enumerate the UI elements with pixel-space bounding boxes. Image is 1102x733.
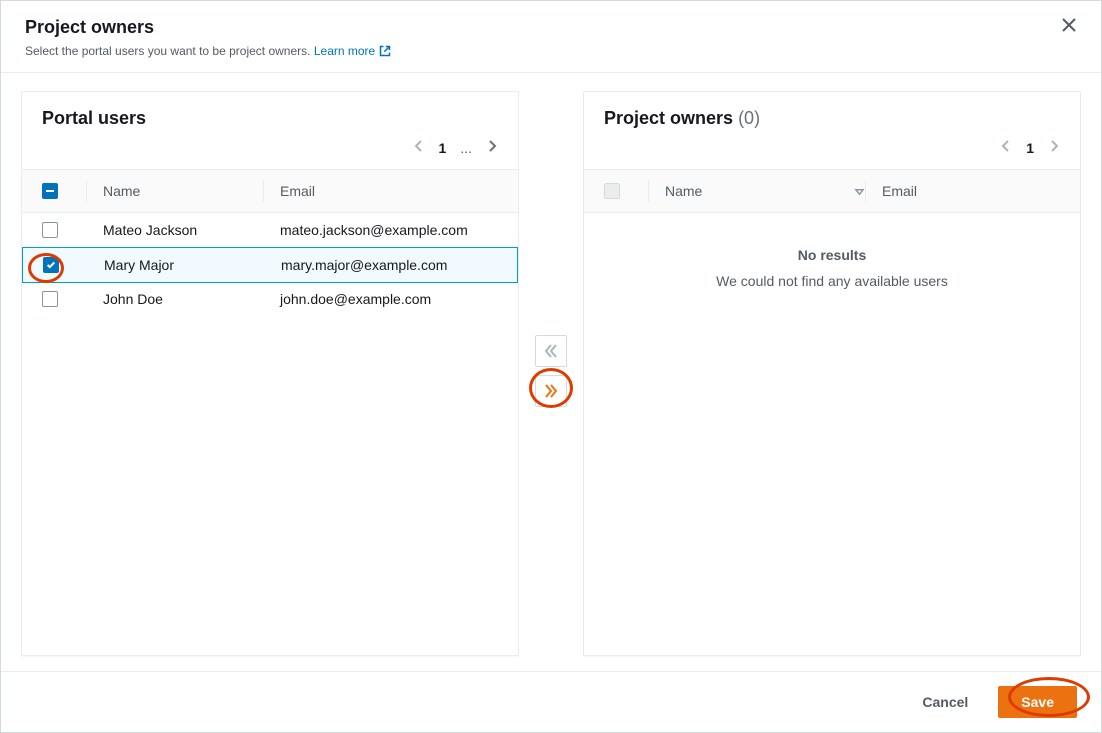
close-icon bbox=[1061, 17, 1077, 33]
pager-next[interactable] bbox=[486, 139, 498, 157]
learn-more-text: Learn more bbox=[314, 44, 375, 58]
double-chevron-right-icon bbox=[543, 383, 559, 399]
column-header-name[interactable]: Name bbox=[665, 180, 865, 202]
dialog-title: Project owners bbox=[25, 17, 1077, 38]
pager-prev[interactable] bbox=[413, 139, 425, 157]
pager-prev[interactable] bbox=[1000, 139, 1012, 157]
move-right-button[interactable] bbox=[535, 375, 567, 407]
project-owners-dialog: Project owners Select the portal users y… bbox=[0, 0, 1102, 733]
select-all-checkbox bbox=[604, 183, 620, 199]
row-name: Mateo Jackson bbox=[103, 222, 263, 238]
pager-next[interactable] bbox=[1048, 139, 1060, 157]
save-button[interactable]: Save bbox=[998, 686, 1077, 718]
row-email: mateo.jackson@example.com bbox=[280, 222, 502, 238]
empty-title: No results bbox=[798, 247, 866, 263]
row-name: John Doe bbox=[103, 291, 263, 307]
chevron-left-icon bbox=[413, 140, 425, 152]
dialog-footer: Cancel Save bbox=[1, 671, 1101, 732]
dialog-description: Select the portal users you want to be p… bbox=[25, 44, 1077, 58]
column-header-email[interactable]: Email bbox=[280, 180, 502, 202]
double-chevron-left-icon bbox=[543, 343, 559, 359]
portal-users-rows: Mateo Jackson mateo.jackson@example.com … bbox=[22, 213, 518, 655]
chevron-right-icon bbox=[486, 140, 498, 152]
pager-ellipsis: ... bbox=[460, 140, 472, 156]
table-row[interactable]: Mateo Jackson mateo.jackson@example.com bbox=[22, 213, 518, 248]
row-name: Mary Major bbox=[104, 257, 264, 273]
project-owners-header: Project owners (0) bbox=[584, 92, 1080, 133]
project-owners-panel: Project owners (0) 1 Name Emai bbox=[583, 91, 1081, 656]
sort-icon bbox=[854, 186, 865, 197]
dialog-body: Portal users 1 ... Name Email Mateo Jack bbox=[1, 73, 1101, 671]
portal-users-title: Portal users bbox=[42, 108, 146, 128]
portal-users-header: Portal users bbox=[22, 92, 518, 133]
project-owners-count: (0) bbox=[738, 108, 760, 128]
column-header-name[interactable]: Name bbox=[103, 180, 263, 202]
portal-users-pager: 1 ... bbox=[22, 133, 518, 169]
row-checkbox[interactable] bbox=[42, 222, 58, 238]
learn-more-link[interactable]: Learn more bbox=[314, 44, 391, 58]
transfer-controls bbox=[527, 91, 575, 671]
table-row[interactable]: Mary Major mary.major@example.com bbox=[22, 247, 518, 283]
select-all-checkbox[interactable] bbox=[42, 183, 58, 199]
column-header-email[interactable]: Email bbox=[882, 180, 1064, 202]
project-owners-empty: No results We could not find any availab… bbox=[584, 213, 1080, 655]
move-left-button[interactable] bbox=[535, 335, 567, 367]
row-email: john.doe@example.com bbox=[280, 291, 502, 307]
dialog-description-text: Select the portal users you want to be p… bbox=[25, 44, 311, 58]
cancel-button[interactable]: Cancel bbox=[904, 686, 986, 718]
table-row[interactable]: John Doe john.doe@example.com bbox=[22, 282, 518, 317]
external-link-icon bbox=[379, 45, 391, 57]
row-email: mary.major@example.com bbox=[281, 257, 501, 273]
project-owners-title: Project owners bbox=[604, 108, 733, 128]
close-button[interactable] bbox=[1061, 17, 1077, 38]
chevron-left-icon bbox=[1000, 140, 1012, 152]
empty-subtitle: We could not find any available users bbox=[716, 273, 948, 289]
row-checkbox[interactable] bbox=[42, 291, 58, 307]
dialog-header: Project owners Select the portal users y… bbox=[1, 1, 1101, 73]
chevron-right-icon bbox=[1048, 140, 1060, 152]
pager-page-current[interactable]: 1 bbox=[439, 140, 447, 156]
pager-page-current[interactable]: 1 bbox=[1026, 140, 1034, 156]
portal-users-table-header: Name Email bbox=[22, 169, 518, 213]
row-checkbox[interactable] bbox=[43, 257, 59, 273]
portal-users-panel: Portal users 1 ... Name Email Mateo Jack bbox=[21, 91, 519, 656]
project-owners-table-header: Name Email bbox=[584, 169, 1080, 213]
project-owners-pager: 1 bbox=[584, 133, 1080, 169]
